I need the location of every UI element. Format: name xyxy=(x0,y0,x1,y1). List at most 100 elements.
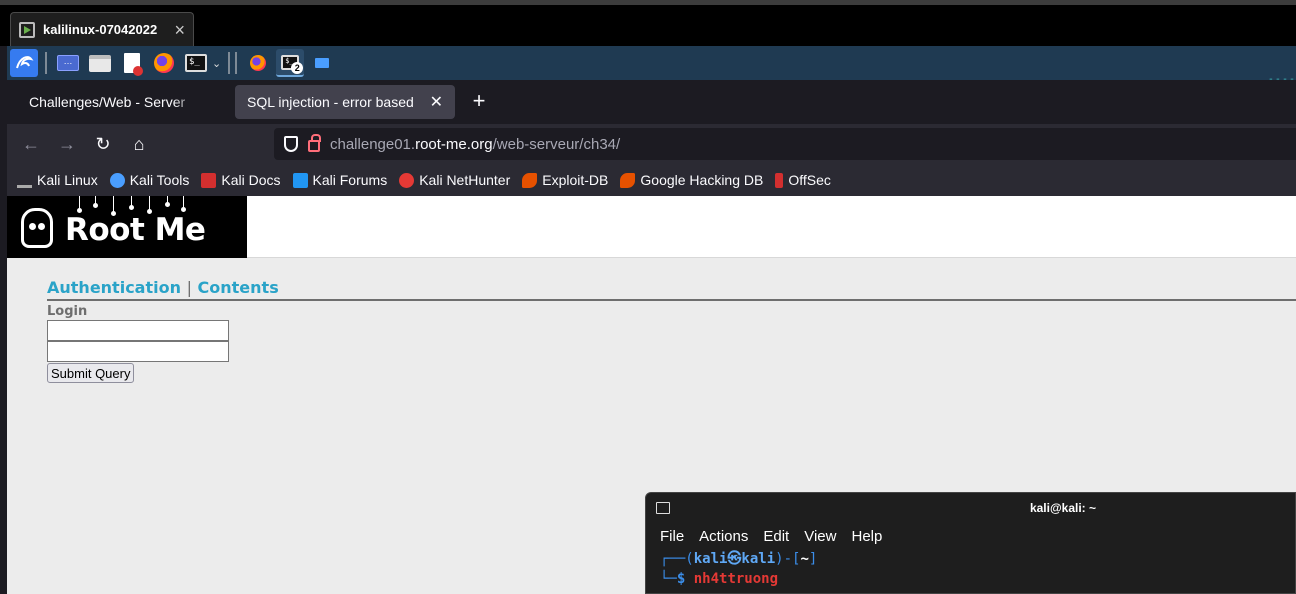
bookmark-kali-linux[interactable]: Kali Linux xyxy=(17,172,98,188)
menu-view[interactable]: View xyxy=(804,528,836,545)
taskbar-folder-button[interactable] xyxy=(308,49,336,77)
kali-dragon-icon xyxy=(17,173,32,188)
vm-console-icon xyxy=(19,21,35,38)
prompt-frame: ┌──( xyxy=(660,551,694,567)
bookmark-exploit-db[interactable]: Exploit-DB xyxy=(522,172,608,188)
terminal-icon: $_ xyxy=(185,54,207,72)
firefox-launcher-button[interactable] xyxy=(150,49,178,77)
prompt-frame: └─ xyxy=(660,571,677,587)
skull-icon xyxy=(21,208,53,248)
logo-text: Root Me xyxy=(65,212,206,248)
text-editor-icon xyxy=(124,53,143,76)
offsec-icon xyxy=(775,172,784,188)
kali-menu-button[interactable] xyxy=(10,49,38,77)
vm-tab[interactable]: kalilinux-07042022 × xyxy=(10,12,194,46)
terminal-output[interactable]: ┌──(kali㉿kali)-[~] └─$ nh4ttruong xyxy=(646,549,1295,589)
url-bar[interactable]: challenge01.root-me.org/web-serveur/ch34… xyxy=(274,128,1296,160)
authentication-link[interactable]: Authentication xyxy=(47,278,181,297)
bookmark-kali-nethunter[interactable]: Kali NetHunter xyxy=(399,172,510,188)
bookmark-label: Kali NetHunter xyxy=(419,172,511,188)
panel-separator xyxy=(228,52,231,74)
menu-file[interactable]: File xyxy=(660,528,684,545)
close-icon[interactable]: ✕ xyxy=(430,92,443,112)
url-domain: root-me.org xyxy=(415,135,493,153)
terminal-titlebar[interactable]: kali@kali: ~ xyxy=(646,493,1295,523)
vm-tab-title: kalilinux-07042022 xyxy=(43,22,158,37)
password-input[interactable] xyxy=(47,341,229,362)
prompt-frame: )-[ xyxy=(775,551,801,567)
page-header: Root Me xyxy=(7,196,1296,258)
kali-tools-icon xyxy=(109,172,125,188)
file-manager-button[interactable] xyxy=(86,49,114,77)
nethunter-icon xyxy=(399,172,415,188)
bookmark-google-hacking-db[interactable]: Google Hacking DB xyxy=(620,172,763,188)
panel-separator xyxy=(235,52,238,74)
window-count-badge: 2 xyxy=(291,62,304,74)
tab-label: SQL injection - error based xyxy=(247,94,414,110)
prompt-frame: ] xyxy=(808,551,818,567)
prompt-directory: ~ xyxy=(800,551,809,567)
text-editor-button[interactable] xyxy=(118,49,146,77)
nav-separator: | xyxy=(186,278,192,297)
typed-command: nh4ttruong xyxy=(693,571,779,587)
tab-sql-injection[interactable]: SQL injection - error based ✕ xyxy=(235,85,455,119)
terminal-launcher-button[interactable]: $_ xyxy=(182,49,210,77)
insecure-lock-icon[interactable] xyxy=(308,134,321,152)
submit-query-button[interactable]: Submit Query xyxy=(47,363,135,383)
tab-challenges[interactable]: Challenges/Web - Server xyxy=(17,85,227,119)
firefox-icon xyxy=(250,55,267,71)
root-me-logo[interactable]: Root Me xyxy=(7,196,247,258)
panel-separator xyxy=(45,52,47,74)
forward-button[interactable]: → xyxy=(55,132,79,156)
challenge-nav: Authentication | Contents xyxy=(47,278,1296,301)
reload-button[interactable]: ↻ xyxy=(91,132,115,156)
contents-link[interactable]: Contents xyxy=(198,278,279,297)
url-path: /web-serveur/ch34/ xyxy=(492,135,621,153)
login-label: Login xyxy=(47,304,88,319)
prompt-line-1: ┌──(kali㉿kali)-[~] xyxy=(660,549,1295,569)
folder-icon xyxy=(315,58,330,68)
bookmark-kali-docs[interactable]: Kali Docs xyxy=(201,172,281,188)
bookmark-label: Google Hacking DB xyxy=(640,172,764,188)
new-tab-button[interactable]: + xyxy=(467,89,491,113)
prompt-symbol: $ xyxy=(676,571,686,587)
bookmark-offsec[interactable]: OffSec xyxy=(775,172,831,188)
taskbar-terminal-button[interactable]: $_ 2 xyxy=(276,49,305,77)
show-desktop-button[interactable]: … xyxy=(54,49,82,77)
desktop-icon: … xyxy=(57,55,79,71)
kali-dragon-icon xyxy=(16,56,34,69)
bookmark-kali-tools[interactable]: Kali Tools xyxy=(109,172,189,188)
menu-edit[interactable]: Edit xyxy=(763,528,789,545)
url-text[interactable]: challenge01.root-me.org/web-serveur/ch34… xyxy=(330,136,620,153)
bookmark-label: Exploit-DB xyxy=(542,172,609,188)
taskbar-firefox-button[interactable] xyxy=(244,49,272,77)
bookmark-kali-forums[interactable]: Kali Forums xyxy=(292,172,388,188)
home-button[interactable]: ⌂ xyxy=(127,132,151,156)
terminal-window[interactable]: kali@kali: ~ File Actions Edit View Help… xyxy=(645,492,1296,594)
bookmark-label: Kali Docs xyxy=(221,172,281,188)
username-input[interactable] xyxy=(47,320,229,341)
kali-docs-icon xyxy=(201,172,217,188)
folder-icon xyxy=(89,54,111,72)
exploit-db-icon xyxy=(522,172,538,188)
browser-navbar: ← → ↻ ⌂ challenge01.root-me.org/web-serv… xyxy=(7,124,1296,164)
kali-panel: … $_ ⌄ $_ 2 ---- xyxy=(7,46,1296,85)
ghdb-icon xyxy=(620,172,636,188)
bookmarks-toolbar: Kali Linux Kali Tools Kali Docs Kali For… xyxy=(7,164,1296,196)
firefox-icon xyxy=(154,53,174,73)
menu-help[interactable]: Help xyxy=(851,528,882,545)
browser-tab-strip: Challenges/Web - Server SQL injection - … xyxy=(7,80,1296,124)
menu-actions[interactable]: Actions xyxy=(699,528,748,545)
bookmark-label: Kali Forums xyxy=(312,172,388,188)
prompt-line-2: └─$ nh4ttruong xyxy=(660,569,1295,589)
prompt-user-host: kali㉿kali xyxy=(693,551,776,567)
tracking-shield-icon[interactable] xyxy=(284,136,298,152)
bookmark-label: OffSec xyxy=(788,172,831,188)
chevron-down-icon[interactable]: ⌄ xyxy=(212,57,221,70)
terminal-title: kali@kali: ~ xyxy=(1029,501,1097,515)
back-button[interactable]: ← xyxy=(19,132,43,156)
tab-label: Challenges/Web - Server xyxy=(29,94,186,110)
kali-forums-icon xyxy=(292,172,308,188)
bookmark-label: Kali Linux xyxy=(37,172,98,188)
vm-tab-close-icon[interactable]: × xyxy=(174,21,185,39)
